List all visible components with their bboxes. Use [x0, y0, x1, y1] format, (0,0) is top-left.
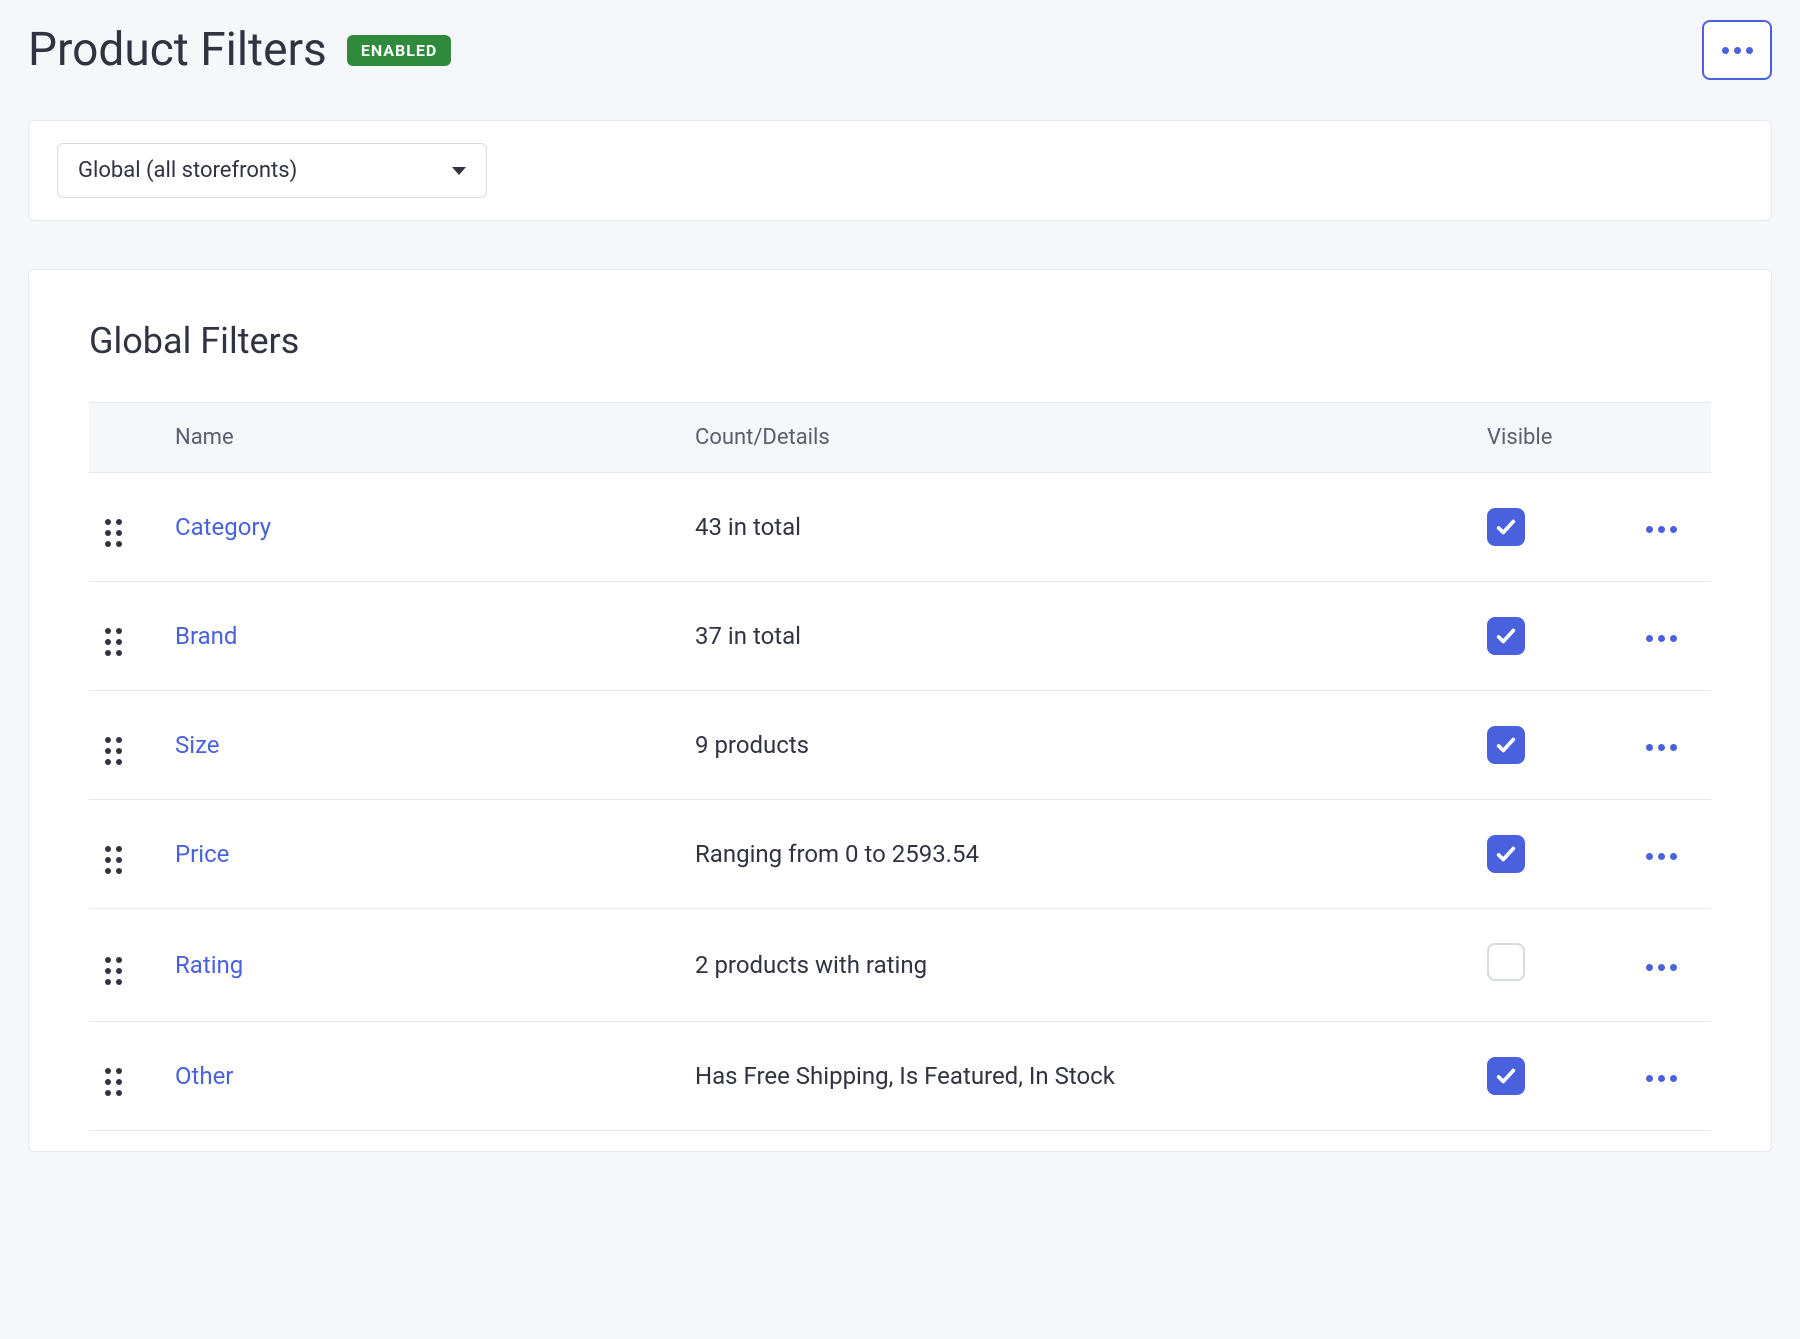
table-row: Size 9 products: [89, 691, 1711, 800]
table-row: Category 43 in total: [89, 473, 1711, 582]
title-group: Product Filters ENABLED: [28, 23, 451, 77]
filter-name-link[interactable]: Category: [175, 513, 271, 541]
table-row: Price Ranging from 0 to 2593.54: [89, 800, 1711, 909]
chevron-down-icon: [452, 167, 466, 175]
filter-details: 2 products with rating: [695, 951, 927, 979]
row-more-button[interactable]: [1646, 744, 1677, 751]
row-more-button[interactable]: [1646, 853, 1677, 860]
row-more-button[interactable]: [1646, 964, 1677, 971]
table-row: Other Has Free Shipping, Is Featured, In …: [89, 1022, 1711, 1131]
table-row: Brand 37 in total: [89, 582, 1711, 691]
col-header-actions: [1611, 403, 1711, 473]
col-header-handle: [89, 403, 159, 473]
filter-details: Ranging from 0 to 2593.54: [695, 840, 979, 868]
scope-select[interactable]: Global (all storefronts): [57, 143, 487, 198]
page-title: Product Filters: [28, 23, 327, 77]
filter-name-link[interactable]: Brand: [175, 622, 237, 650]
scope-card: Global (all storefronts): [28, 120, 1772, 221]
visible-checkbox[interactable]: [1487, 617, 1525, 655]
visible-checkbox[interactable]: [1487, 726, 1525, 764]
filter-details: 37 in total: [695, 622, 801, 650]
drag-handle-icon[interactable]: [105, 846, 122, 874]
filters-card: Global Filters Name Count/Details Visibl…: [28, 269, 1772, 1152]
col-header-name: Name: [159, 403, 679, 473]
drag-handle-icon[interactable]: [105, 957, 122, 985]
filter-name-link[interactable]: Other: [175, 1062, 233, 1090]
drag-handle-icon[interactable]: [105, 1068, 122, 1096]
visible-checkbox[interactable]: [1487, 508, 1525, 546]
status-badge: ENABLED: [347, 35, 451, 66]
drag-handle-icon[interactable]: [105, 628, 122, 656]
visible-checkbox[interactable]: [1487, 943, 1525, 981]
drag-handle-icon[interactable]: [105, 737, 122, 765]
drag-handle-icon[interactable]: [105, 519, 122, 547]
page-more-button[interactable]: [1702, 20, 1772, 80]
visible-checkbox[interactable]: [1487, 1057, 1525, 1095]
table-row: Rating 2 products with rating: [89, 909, 1711, 1022]
section-title: Global Filters: [89, 320, 1711, 362]
row-more-button[interactable]: [1646, 635, 1677, 642]
visible-checkbox[interactable]: [1487, 835, 1525, 873]
col-header-details: Count/Details: [679, 403, 1471, 473]
filters-table: Name Count/Details Visible Category 43 in…: [89, 402, 1711, 1131]
filter-name-link[interactable]: Rating: [175, 951, 243, 979]
col-header-visible: Visible: [1471, 403, 1611, 473]
scope-select-label: Global (all storefronts): [78, 158, 297, 183]
filter-name-link[interactable]: Size: [175, 731, 220, 759]
filter-details: 43 in total: [695, 513, 801, 541]
more-icon: [1722, 47, 1753, 54]
row-more-button[interactable]: [1646, 526, 1677, 533]
filter-details: Has Free Shipping, Is Featured, In Stock: [695, 1062, 1115, 1090]
row-more-button[interactable]: [1646, 1075, 1677, 1082]
filter-name-link[interactable]: Price: [175, 840, 229, 868]
page-header: Product Filters ENABLED: [28, 20, 1772, 80]
filter-details: 9 products: [695, 731, 809, 759]
